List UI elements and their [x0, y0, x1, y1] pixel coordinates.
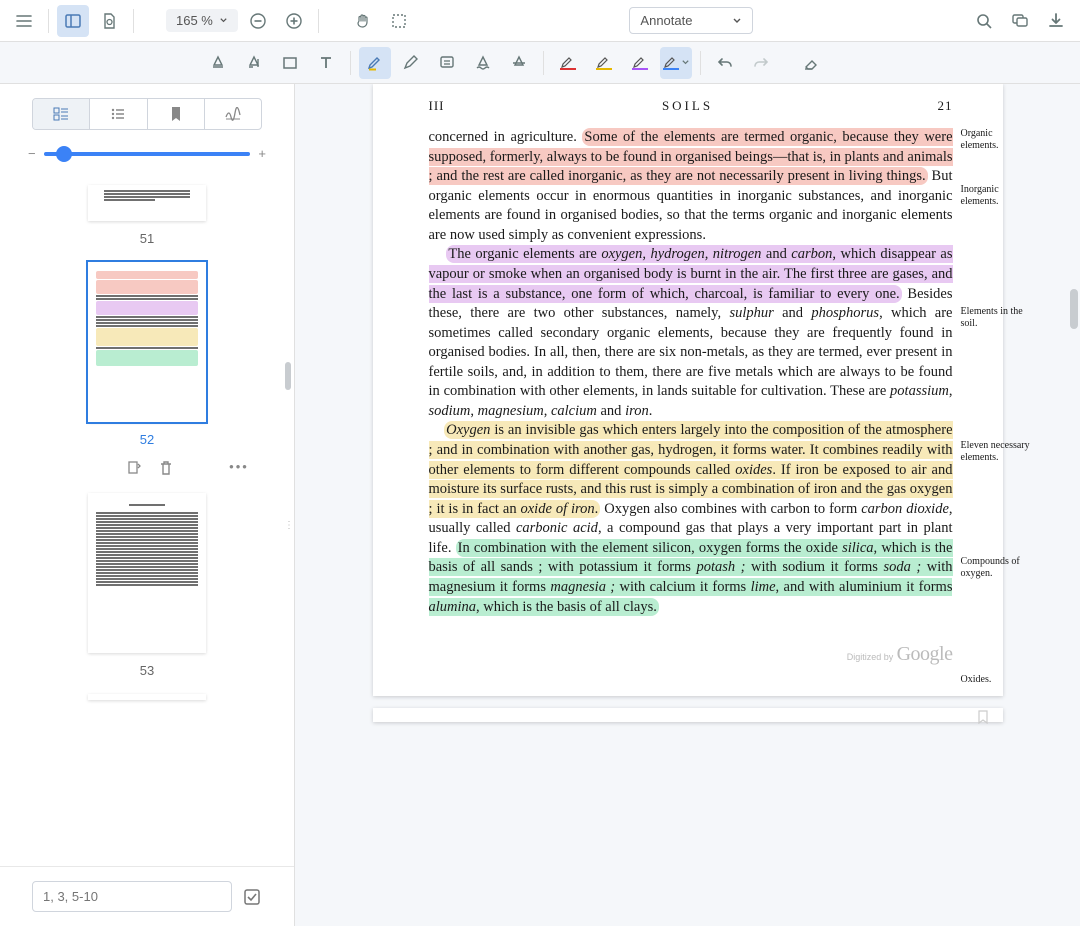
rectangle-icon[interactable] [274, 47, 306, 79]
text-underline-icon[interactable] [202, 47, 234, 79]
annotation-toolbar [0, 42, 1080, 84]
separator [48, 9, 49, 33]
zoom-value: 165 % [176, 13, 213, 28]
page-52: III SOILS 21 Organic elements. Inorganic… [373, 84, 1003, 696]
thumbnail-label: 53 [88, 663, 206, 678]
page-folio: 21 [938, 98, 953, 114]
bookmark-outline-icon[interactable] [977, 710, 989, 724]
eraser-icon[interactable] [795, 47, 827, 79]
separator [133, 9, 134, 33]
undo-icon[interactable] [709, 47, 741, 79]
margin-note: Organic elements. [961, 128, 1033, 151]
digitized-by: Digitized by Google [429, 643, 953, 666]
menu-icon[interactable] [8, 5, 40, 37]
thumbnail-52[interactable] [88, 262, 206, 422]
pen-icon[interactable] [395, 47, 427, 79]
sidebar: − + 51 [0, 84, 295, 926]
thumbnails-tab-icon[interactable] [33, 99, 89, 129]
thumbnail-label: 52 [45, 432, 249, 447]
squiggle-icon[interactable] [467, 47, 499, 79]
separator [350, 51, 351, 75]
sidebar-footer [0, 866, 294, 926]
search-icon[interactable] [968, 5, 1000, 37]
separator [318, 9, 319, 33]
zoom-out-icon[interactable] [242, 5, 274, 37]
mode-dropdown[interactable]: Annotate [629, 7, 753, 34]
thumbnail-53[interactable] [88, 493, 206, 653]
color-yellow-icon[interactable] [588, 47, 620, 79]
margin-note: Compounds of oxygen. [961, 556, 1033, 579]
marquee-select-icon[interactable] [383, 5, 415, 37]
main-toolbar: 165 % Annotate [0, 0, 1080, 42]
text-cursor-icon[interactable] [238, 47, 270, 79]
viewer-scrollbar[interactable] [1070, 289, 1078, 329]
separator [700, 51, 701, 75]
margin-note: Elements in the soil. [961, 306, 1033, 329]
thumbnail-51[interactable] [88, 185, 206, 221]
thumbnail-list[interactable]: 51 52 [0, 167, 294, 866]
page-chapter: III [429, 98, 445, 114]
sidebar-tabs [32, 98, 262, 130]
highlight-purple[interactable]: The organic elements are oxygen, hydroge… [429, 245, 953, 302]
page-53-stub [373, 708, 1003, 722]
download-icon[interactable] [1040, 5, 1072, 37]
page-view-icon[interactable] [93, 5, 125, 37]
page-delete-icon[interactable] [157, 459, 175, 477]
thumbnail-54[interactable] [88, 694, 206, 700]
pan-hand-icon[interactable] [347, 5, 379, 37]
signatures-tab-icon[interactable] [204, 99, 261, 129]
zoom-in-icon[interactable] [278, 5, 310, 37]
page-title: SOILS [662, 98, 713, 114]
note-icon[interactable] [431, 47, 463, 79]
zoom-dropdown[interactable]: 165 % [166, 9, 238, 32]
page-rotate-icon[interactable] [125, 459, 143, 477]
redo-icon[interactable] [745, 47, 777, 79]
document-viewer[interactable]: III SOILS 21 Organic elements. Inorganic… [295, 84, 1080, 926]
sidebar-toggle-icon[interactable] [57, 5, 89, 37]
margin-note: Eleven necessary elements. [961, 440, 1033, 463]
color-blue-icon[interactable] [660, 47, 692, 79]
text-tool-icon[interactable] [310, 47, 342, 79]
color-purple-icon[interactable] [624, 47, 656, 79]
page-more-icon[interactable]: ••• [229, 459, 249, 477]
margin-note: Oxides. [961, 674, 1033, 686]
select-pages-icon[interactable] [242, 887, 262, 907]
comments-icon[interactable] [1004, 5, 1036, 37]
strikeout-icon[interactable] [503, 47, 535, 79]
page-body: Organic elements. Inorganic elements. El… [429, 128, 953, 617]
margin-note: Inorganic elements. [961, 184, 1033, 207]
bookmarks-tab-icon[interactable] [147, 99, 204, 129]
thumbnail-label: 51 [88, 231, 206, 246]
mode-label: Annotate [640, 13, 692, 28]
outline-tab-icon[interactable] [89, 99, 146, 129]
page-range-input[interactable] [32, 881, 232, 912]
sidebar-scrollbar[interactable] [285, 362, 291, 390]
thumbnail-size-slider[interactable]: − + [0, 140, 294, 167]
highlighter-icon[interactable] [359, 47, 391, 79]
separator [543, 51, 544, 75]
highlight-green[interactable]: In combination with the element silicon,… [429, 539, 953, 616]
color-red-icon[interactable] [552, 47, 584, 79]
